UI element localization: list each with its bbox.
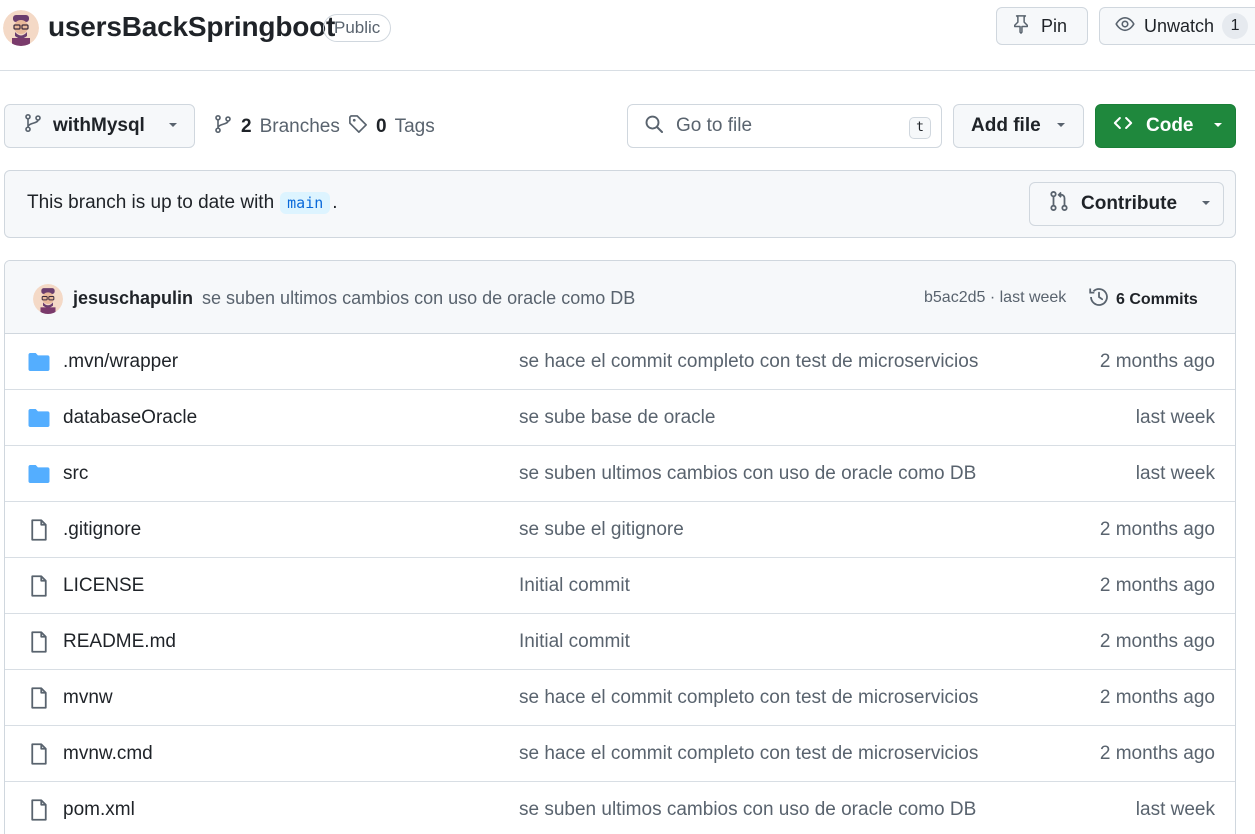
repo-header: usersBackSpringboot Public Pin Unwatch 1 bbox=[0, 0, 1255, 71]
file-commit-message[interactable]: se hace el commit completo con test de m… bbox=[519, 743, 978, 765]
file-name-link[interactable]: mvnw bbox=[63, 687, 113, 709]
tags-label: Tags bbox=[394, 116, 435, 137]
contribute-label: Contribute bbox=[1081, 193, 1178, 214]
file-name-link[interactable]: databaseOracle bbox=[63, 407, 197, 429]
tags-count: 0 bbox=[376, 116, 387, 137]
branch-selector[interactable]: withMysql bbox=[4, 104, 195, 148]
history-icon bbox=[1088, 286, 1110, 313]
caret-down-icon bbox=[1200, 193, 1212, 215]
latest-commit-message[interactable]: se suben ultimos cambios con uso de orac… bbox=[202, 288, 635, 309]
tag-icon bbox=[348, 114, 368, 140]
file-commit-message[interactable]: Initial commit bbox=[519, 631, 630, 653]
caret-down-icon bbox=[167, 115, 179, 137]
keyboard-shortcut-hint: t bbox=[909, 117, 931, 139]
file-row[interactable]: LICENSE Initial commit 2 months ago bbox=[5, 558, 1235, 614]
file-icon bbox=[27, 518, 51, 542]
folder-icon bbox=[27, 462, 51, 486]
file-row[interactable]: mvnw.cmd se hace el commit completo con t… bbox=[5, 726, 1235, 782]
file-commit-message[interactable]: se suben ultimos cambios con uso de orac… bbox=[519, 463, 976, 485]
file-name-link[interactable]: README.md bbox=[63, 631, 176, 653]
file-commit-age: 2 months ago bbox=[1099, 351, 1215, 372]
file-icon bbox=[27, 574, 51, 598]
branch-status-label: This branch is up to date with bbox=[27, 192, 275, 213]
base-branch-ref[interactable]: main bbox=[280, 192, 331, 214]
unwatch-button[interactable]: Unwatch 1 bbox=[1099, 7, 1255, 45]
file-icon bbox=[27, 630, 51, 654]
branches-count: 2 bbox=[241, 116, 252, 137]
commits-label: 6 Commits bbox=[1116, 290, 1198, 308]
file-row[interactable]: README.md Initial commit 2 months ago bbox=[5, 614, 1235, 670]
pin-label: Pin bbox=[1041, 15, 1068, 36]
author-avatar[interactable] bbox=[33, 284, 63, 314]
owner-avatar[interactable] bbox=[3, 10, 39, 46]
file-commit-age: 2 months ago bbox=[1099, 631, 1215, 652]
file-name-link[interactable]: .gitignore bbox=[63, 519, 141, 541]
folder-icon bbox=[27, 350, 51, 374]
branch-status-text: This branch is up to date with main . bbox=[27, 192, 338, 214]
file-icon bbox=[27, 798, 51, 822]
contribute-button[interactable]: Contribute bbox=[1029, 182, 1224, 226]
search-icon bbox=[644, 114, 664, 139]
file-icon bbox=[27, 686, 51, 710]
file-row[interactable]: databaseOracle se sube base de oracle last… bbox=[5, 390, 1235, 446]
file-commit-message[interactable]: se sube el gitignore bbox=[519, 519, 684, 541]
file-commit-message[interactable]: se sube base de oracle bbox=[519, 407, 715, 429]
visibility-badge: Public bbox=[323, 14, 392, 42]
code-button[interactable]: Code bbox=[1095, 104, 1236, 148]
git-branch-icon bbox=[213, 114, 233, 140]
file-name-link[interactable]: pom.xml bbox=[63, 799, 135, 821]
file-commit-age: last week bbox=[1135, 799, 1215, 820]
folder-icon bbox=[27, 406, 51, 430]
go-to-file-search[interactable]: t bbox=[627, 104, 942, 148]
file-commit-message[interactable]: se hace el commit completo con test de m… bbox=[519, 351, 978, 373]
file-commit-message[interactable]: se hace el commit completo con test de m… bbox=[519, 687, 978, 709]
file-row[interactable]: .gitignore se sube el gitignore 2 months a… bbox=[5, 502, 1235, 558]
file-row[interactable]: pom.xml se suben ultimos cambios con uso … bbox=[5, 782, 1235, 834]
file-commit-age: last week bbox=[1135, 407, 1215, 428]
eye-icon bbox=[1114, 14, 1136, 39]
commit-hash-time[interactable]: b5ac2d5 · last week bbox=[924, 289, 1066, 307]
branches-link[interactable]: 2 Branches bbox=[213, 114, 340, 140]
file-row[interactable]: src se suben ultimos cambios con uso de o… bbox=[5, 446, 1235, 502]
file-commit-age: 2 months ago bbox=[1099, 575, 1215, 596]
unwatch-label: Unwatch bbox=[1144, 15, 1215, 36]
file-listing: jesuschapulin se suben ultimos cambios c… bbox=[4, 260, 1236, 834]
git-branch-icon bbox=[23, 113, 43, 139]
go-to-file-input[interactable] bbox=[676, 115, 896, 137]
add-file-label: Add file bbox=[971, 115, 1041, 136]
branch-status-suffix: . bbox=[332, 192, 338, 213]
file-commit-age: 2 months ago bbox=[1099, 687, 1215, 708]
commits-history-link[interactable]: 6 Commits bbox=[1088, 286, 1198, 313]
commit-author[interactable]: jesuschapulin bbox=[73, 288, 193, 309]
file-commit-message[interactable]: se suben ultimos cambios con uso de orac… bbox=[519, 799, 976, 821]
latest-commit-bar: jesuschapulin se suben ultimos cambios c… bbox=[5, 261, 1235, 334]
code-icon bbox=[1112, 113, 1134, 139]
file-name-link[interactable]: mvnw.cmd bbox=[63, 743, 153, 765]
file-name-link[interactable]: src bbox=[63, 463, 88, 485]
repo-title[interactable]: usersBackSpringboot bbox=[48, 11, 335, 43]
code-label: Code bbox=[1146, 115, 1194, 136]
pin-icon bbox=[1011, 14, 1031, 39]
file-name-link[interactable]: .mvn/wrapper bbox=[63, 351, 178, 373]
git-pull-request-icon bbox=[1048, 190, 1070, 218]
tags-link[interactable]: 0 Tags bbox=[348, 114, 435, 140]
file-commit-age: 2 months ago bbox=[1099, 743, 1215, 764]
add-file-button[interactable]: Add file bbox=[953, 104, 1084, 148]
file-name-link[interactable]: LICENSE bbox=[63, 575, 144, 597]
branch-name: withMysql bbox=[53, 115, 145, 136]
caret-down-icon bbox=[1055, 115, 1067, 137]
pin-button[interactable]: Pin bbox=[996, 7, 1088, 45]
file-commit-age: 2 months ago bbox=[1099, 519, 1215, 540]
file-commit-age: last week bbox=[1135, 463, 1215, 484]
watch-count-badge: 1 bbox=[1222, 13, 1249, 39]
file-icon bbox=[27, 742, 51, 766]
caret-down-icon bbox=[1212, 115, 1224, 137]
file-commit-message[interactable]: Initial commit bbox=[519, 575, 630, 597]
file-row[interactable]: mvnw se hace el commit completo con test … bbox=[5, 670, 1235, 726]
branches-label: Branches bbox=[259, 116, 340, 137]
file-row[interactable]: .mvn/wrapper se hace el commit completo c… bbox=[5, 334, 1235, 390]
